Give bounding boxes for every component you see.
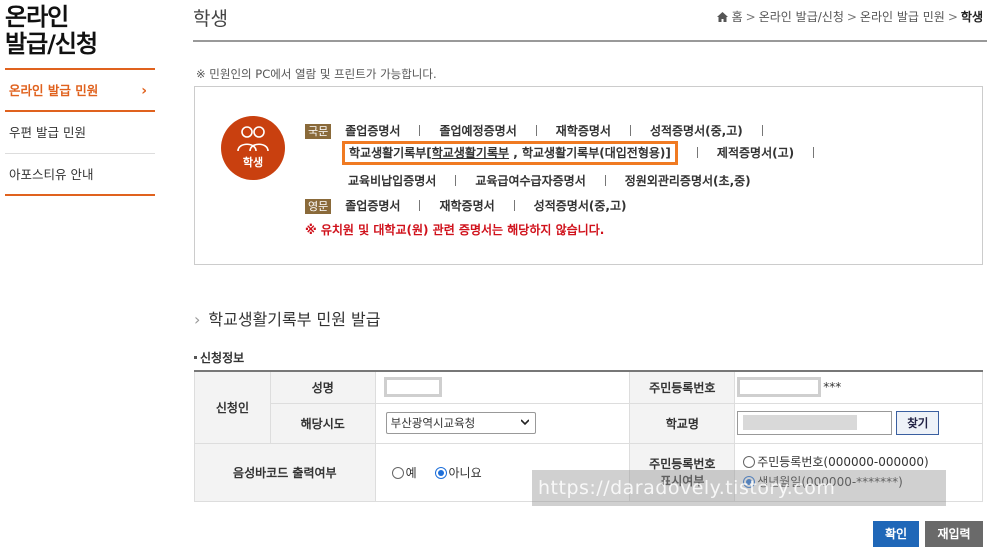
chevron-right-icon: › [141,83,147,99]
header-divider [193,40,987,42]
table-row: 신청인 성명 주민등록번호 *** [194,370,983,444]
reset-button[interactable]: 재입력 [925,521,983,547]
warning-text: ※ 유치원 및 대학교(원) 관련 증명서는 해당하지 않습니다. [305,223,605,237]
chevron-down-icon [520,419,529,426]
rrn-suffix: *** [823,379,842,394]
breadcrumb-online-issue[interactable]: 온라인 발급 민원 [860,10,945,24]
badge-label: 학생 [242,156,264,169]
rrn-label: 주민등록번호 [629,370,736,404]
display-rrn-radio[interactable] [743,456,756,468]
cert-en-enrollment[interactable]: 재학증명서 [439,199,494,213]
students-icon [237,126,269,152]
region-cell: 부산광역시교육청 [374,402,631,444]
cert-en-transcript[interactable]: 성적증명서(중,고) [534,199,627,213]
cert-enrollment[interactable]: 재학증명서 [556,124,611,138]
cert-school-record-basic[interactable]: 학교생활기록부 [432,146,509,160]
cert-school-record-admission[interactable]: , 학교생활기록부(대입전형용)] [509,146,671,160]
notice-text: ※ 민원인의 PC에서 열람 및 프린트가 가능합니다. [196,67,437,81]
chevron-right-icon: › [194,310,201,329]
cert-en-graduation[interactable]: 졸업증명서 [345,199,400,213]
sidebar-item-apostille[interactable]: 아포스티유 안내 [5,154,155,196]
cert-school-record[interactable]: 학교생활기록부[ [349,146,432,160]
rrn-masked-field [737,377,822,398]
cert-expulsion[interactable]: 제적증명서(고) [717,146,794,160]
section-title: › 학교생활기록부 민원 발급 [194,310,381,329]
cert-extra-quota[interactable]: 정원외관리증명서(초,중) [625,174,751,188]
barcode-label: 음성바코드 출력여부 [194,442,376,502]
certificate-box: 학생 국문 졸업증명서 졸업예정증명서 재학증명서 성적증명서(중,고) 학교생활기록부… [194,86,983,265]
barcode-yes-radio[interactable] [391,466,404,479]
korean-tag: 국문 [305,124,332,139]
cert-education-benefit[interactable]: 교육급여수급자증명서 [475,174,585,188]
barcode-no-radio[interactable] [434,466,447,479]
find-school-button[interactable]: 찾기 [896,411,940,435]
sidebar-item-postal-issue[interactable]: 우편 발급 민원 [5,112,155,154]
table-row: 해당시도 부산광역시교육청 학교명 찾기 [195,402,983,444]
name-masked-field [383,377,442,398]
school-cell: 찾기 [734,402,983,444]
breadcrumb-home[interactable]: 홈 [732,10,743,24]
cert-transcript[interactable]: 성적증명서(중,고) [650,124,743,138]
subsection-title: 신청정보 [194,349,244,366]
page-title: 학생 [193,8,228,30]
cert-tuition-payment[interactable]: 교육비납입증명서 [348,174,436,188]
cert-graduation[interactable]: 졸업증명서 [345,124,400,138]
english-row: 영문 졸업증명서 재학증명서 성적증명서(중,고) [305,197,626,214]
breadcrumb-online[interactable]: 온라인 발급/신청 [759,10,844,24]
region-select[interactable]: 부산광역시교육청 [385,412,536,434]
english-tag: 영문 [305,199,332,214]
name-label: 성명 [269,370,376,404]
korean-row-3: 교육비납입증명서 교육급여수급자증명서 정원외관리증명서(초,중) [348,172,751,189]
school-name-input[interactable] [737,411,893,435]
name-cell [374,370,631,404]
applicant-label: 신청인 [194,370,271,444]
cert-expected-graduation[interactable]: 졸업예정증명서 [439,124,516,138]
rrn-cell: *** [734,370,983,404]
school-record-highlight: 학교생활기록부[학교생활기록부 , 학교생활기록부(대입전형용)] [342,141,678,165]
sidebar-item-online-issue[interactable]: 온라인 발급 민원 › [5,70,155,112]
home-icon[interactable] [716,12,728,22]
confirm-button[interactable]: 확인 [873,521,919,547]
korean-row-2: 학교생활기록부[학교생활기록부 , 학교생활기록부(대입전형용)] 제적증명서(고… [342,141,833,165]
school-label: 학교명 [629,402,736,444]
sidebar-title: 온라인 발급/신청 [5,3,98,58]
watermark: https://daradovely.tistory.com [532,470,946,506]
korean-row-1: 국문 졸업증명서 졸업예정증명서 재학증명서 성적증명서(중,고) [305,122,782,139]
breadcrumb: 홈 > 온라인 발급/신청 > 온라인 발급 민원 > 학생 [716,8,983,25]
region-label: 해당시도 [269,402,376,444]
breadcrumb-current: 학생 [960,10,983,24]
student-badge: 학생 [221,116,285,180]
sidebar-menu: 온라인 발급 민원 › 우편 발급 민원 아포스티유 안내 [5,68,155,196]
